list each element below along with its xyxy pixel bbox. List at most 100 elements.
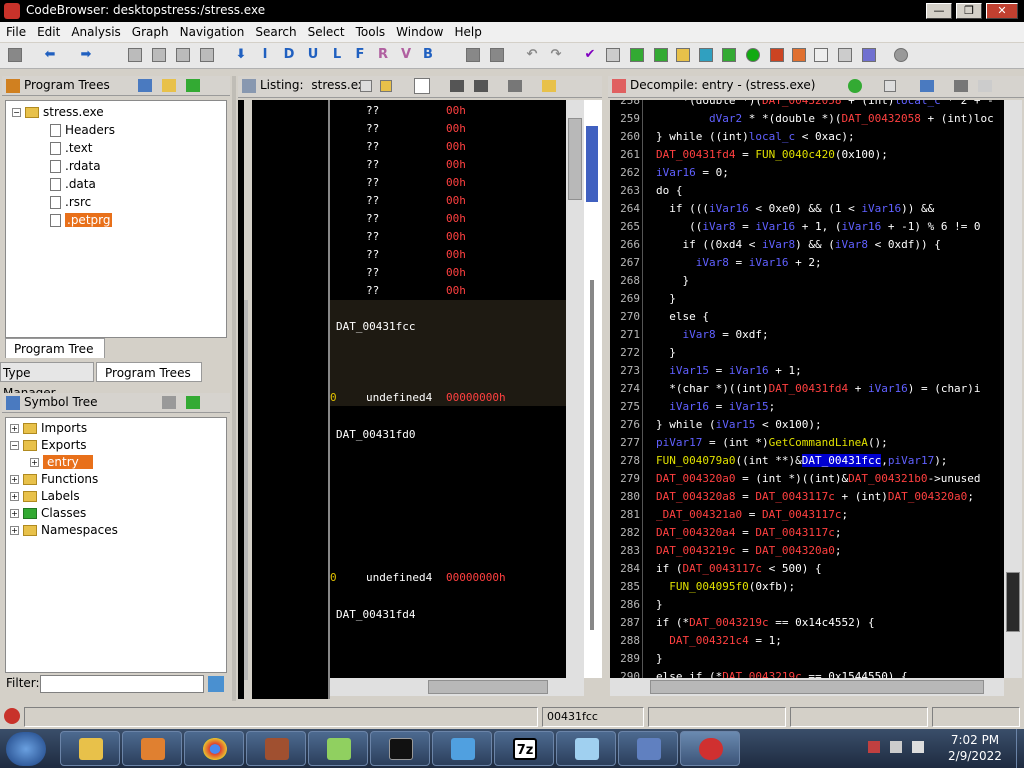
- tool-icon-1[interactable]: [466, 48, 480, 62]
- code-line[interactable]: iVar16 = iVar15;: [656, 398, 775, 416]
- close-button[interactable]: ✕: [986, 3, 1018, 19]
- code-line[interactable]: piVar17 = (int *)GetCommandLineA();: [656, 434, 888, 452]
- listing-byte-value[interactable]: 00h: [446, 138, 466, 156]
- listing-byte-value[interactable]: 00h: [446, 282, 466, 300]
- code-line[interactable]: }: [656, 272, 689, 290]
- next-label-button[interactable]: L: [329, 47, 345, 63]
- start-button[interactable]: [6, 732, 46, 766]
- next-undefined-button[interactable]: U: [305, 47, 321, 63]
- tree-item-imports[interactable]: + Imports: [10, 419, 87, 437]
- decompile-scroll-thumb[interactable]: [1006, 572, 1020, 632]
- nav-icon-2[interactable]: [152, 48, 166, 62]
- code-line[interactable]: if ((0xd4 < iVar8) && (iVar8 < 0xdf)) {: [656, 236, 940, 254]
- code-line[interactable]: DAT_004320a0 = (int *)((int)&DAT_004321b…: [656, 470, 981, 488]
- copy-icon[interactable]: [360, 80, 372, 92]
- save-icon[interactable]: [8, 48, 22, 62]
- menu-navigation[interactable]: Navigation: [174, 22, 250, 39]
- redo-button[interactable]: ↷: [548, 47, 564, 63]
- taskbar-7zip[interactable]: 7z: [494, 731, 554, 766]
- next-bookmark-button[interactable]: B: [420, 47, 436, 63]
- code-line[interactable]: DAT_004320a4 = DAT_0043117c;: [656, 524, 841, 542]
- tray-flag-icon[interactable]: [868, 741, 880, 753]
- code-line[interactable]: else {: [656, 308, 709, 326]
- listing-byte-placeholder[interactable]: ??: [366, 210, 379, 228]
- listing-scrollbar[interactable]: [566, 100, 584, 678]
- listing-byte-placeholder[interactable]: ??: [366, 192, 379, 210]
- code-line[interactable]: iVar16 = 0;: [656, 164, 729, 182]
- listing-byte-value[interactable]: 00h: [446, 156, 466, 174]
- filter-options-icon[interactable]: [208, 676, 224, 692]
- label-dat-00431fd0[interactable]: DAT_00431fd0: [336, 426, 415, 444]
- graph-icon[interactable]: [654, 48, 668, 62]
- tool-icon-2[interactable]: [490, 48, 504, 62]
- menu-help[interactable]: Help: [449, 22, 487, 39]
- tree-item-rsrc[interactable]: .rsrc: [46, 193, 91, 211]
- code-line[interactable]: FUN_004079a0((int **)&DAT_00431fcc,piVar…: [656, 452, 947, 470]
- code-line[interactable]: DAT_004321c4 = 1;: [656, 632, 782, 650]
- listing-code[interactable]: ?? 00h?? 00h?? 00h?? 00h?? 00h?? 00h?? 00h?? 00h…: [330, 100, 566, 678]
- code-line[interactable]: *(double *)(DAT_00432058 + (int)local_c …: [656, 100, 993, 110]
- undefined-type-1[interactable]: undefined4: [366, 389, 432, 407]
- listing-byte-placeholder[interactable]: ??: [366, 102, 379, 120]
- menu-search[interactable]: Search: [249, 22, 301, 39]
- undefined-value-1[interactable]: 00000000h: [446, 389, 506, 407]
- expand-icon[interactable]: +: [10, 475, 19, 484]
- create-symbol-icon[interactable]: [162, 396, 176, 409]
- tray-volume-icon[interactable]: [912, 741, 924, 753]
- tray-time[interactable]: 7:02 PM: [940, 733, 1010, 747]
- taskbar-media-player[interactable]: [122, 731, 182, 766]
- undefined-type-2[interactable]: undefined4: [366, 569, 432, 587]
- splitter[interactable]: [232, 76, 236, 701]
- listing-hscroll[interactable]: [330, 678, 584, 696]
- paste-icon[interactable]: [380, 80, 392, 92]
- expand-icon[interactable]: +: [10, 424, 19, 433]
- listing-byte-placeholder[interactable]: ??: [366, 282, 379, 300]
- tray-network-icon[interactable]: [890, 741, 902, 753]
- listing-byte-value[interactable]: 00h: [446, 264, 466, 282]
- undefined-value-2[interactable]: 00000000h: [446, 569, 506, 587]
- tree-item-exports[interactable]: − Exports: [10, 436, 87, 454]
- listing-byte-placeholder[interactable]: ??: [366, 120, 379, 138]
- label-dat-00431fd4[interactable]: DAT_00431fd4: [336, 606, 415, 624]
- nav-icon-1[interactable]: [128, 48, 142, 62]
- code-line[interactable]: }: [656, 290, 676, 308]
- code-line[interactable]: *(char *)((int)DAT_00431fd4 + iVar16) = …: [656, 380, 980, 398]
- tab-program-trees[interactable]: Program Trees: [96, 362, 202, 382]
- check-icon[interactable]: ✔: [582, 47, 598, 63]
- refresh-icon[interactable]: [630, 48, 644, 62]
- code-line[interactable]: dVar2 * *(double *)(DAT_00432058 + (int)…: [656, 110, 994, 128]
- overview-bar[interactable]: [244, 300, 248, 680]
- taskbar-control-panel[interactable]: [618, 731, 678, 766]
- forward-button[interactable]: ➡: [78, 47, 94, 63]
- next-data-button[interactable]: D: [281, 47, 297, 63]
- decompile-code[interactable]: 258 *(double *)(DAT_00432058 + (int)loca…: [610, 100, 1004, 678]
- filter-input[interactable]: [40, 675, 204, 693]
- tree-item-labels[interactable]: + Labels: [10, 487, 80, 505]
- tool-icon-4[interactable]: [792, 48, 806, 62]
- nav-icon-3[interactable]: [176, 48, 190, 62]
- taskbar-notepad[interactable]: [556, 731, 616, 766]
- edit-decompile-icon[interactable]: [920, 80, 934, 92]
- code-line[interactable]: if (*DAT_0043219c == 0x14c4552) {: [656, 614, 875, 632]
- table-icon[interactable]: [814, 48, 828, 62]
- code-line[interactable]: iVar15 = iVar16 + 1;: [656, 362, 802, 380]
- tree-item-text[interactable]: .text: [46, 139, 93, 157]
- create-tree-icon[interactable]: [138, 79, 152, 92]
- tree-action-icon[interactable]: [186, 79, 200, 92]
- expand-icon[interactable]: +: [30, 458, 39, 467]
- tray-date[interactable]: 2/9/2022: [940, 749, 1010, 763]
- code-line[interactable]: } while (iVar15 < 0x100);: [656, 416, 822, 434]
- next-function-button[interactable]: F: [352, 47, 368, 63]
- listing-overview[interactable]: [584, 100, 602, 678]
- collapse-icon[interactable]: −: [10, 441, 19, 450]
- code-line[interactable]: DAT_00431fd4 = FUN_0040c420(0x100);: [656, 146, 888, 164]
- open-tree-icon[interactable]: [162, 79, 176, 92]
- taskbar-notepad-plus[interactable]: [308, 731, 368, 766]
- expand-icon[interactable]: +: [10, 509, 19, 518]
- menu-window[interactable]: Window: [390, 22, 448, 39]
- refresh-decompile-icon[interactable]: [848, 79, 862, 93]
- listing-byte-placeholder[interactable]: ??: [366, 174, 379, 192]
- menu-analysis[interactable]: Analysis: [65, 22, 125, 39]
- tree-item-rdata[interactable]: .rdata: [46, 157, 101, 175]
- code-line[interactable]: else if (*DAT_0043219c == 0x1544550) {: [656, 668, 908, 678]
